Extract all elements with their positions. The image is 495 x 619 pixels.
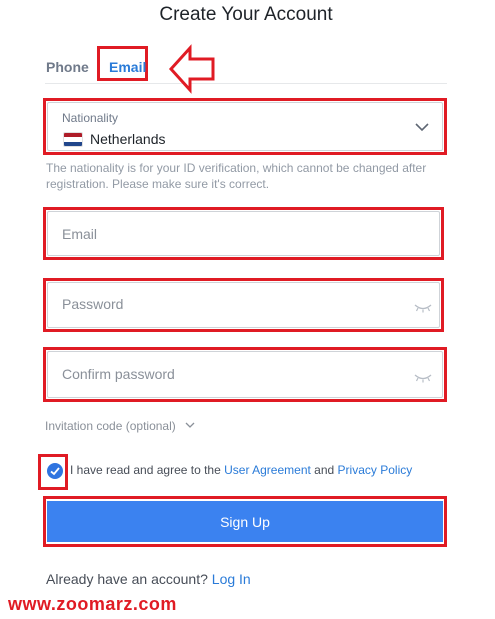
watermark: www.zoomarz.com bbox=[8, 594, 177, 614]
eye-closed-icon[interactable] bbox=[413, 302, 433, 314]
confirm-password-placeholder: Confirm password bbox=[62, 366, 175, 382]
eye-closed-icon[interactable] bbox=[413, 372, 433, 384]
already-text: Already have an account? bbox=[46, 571, 212, 587]
agreement-prefix: I have read and agree to the bbox=[70, 463, 225, 477]
nationality-label: Nationality bbox=[62, 111, 119, 125]
login-prompt: Already have an account? Log In bbox=[46, 571, 251, 587]
user-agreement-link[interactable]: User Agreement bbox=[224, 463, 311, 477]
tab-phone[interactable]: Phone bbox=[46, 59, 89, 75]
netherlands-flag-icon bbox=[63, 132, 83, 147]
privacy-policy-link[interactable]: Privacy Policy bbox=[338, 463, 413, 477]
signup-button[interactable]: Sign Up bbox=[47, 501, 443, 542]
tabs-divider bbox=[45, 83, 447, 84]
chevron-down-icon[interactable] bbox=[414, 121, 430, 133]
agreement-text: I have read and agree to the User Agreem… bbox=[70, 463, 412, 477]
email-field[interactable] bbox=[47, 211, 440, 256]
login-link[interactable]: Log In bbox=[212, 571, 251, 587]
invitation-code-toggle[interactable]: Invitation code (optional) bbox=[45, 419, 176, 433]
agreement-checkbox[interactable] bbox=[47, 463, 63, 479]
nationality-note: The nationality is for your ID verificat… bbox=[46, 161, 427, 191]
nationality-value: Netherlands bbox=[90, 131, 166, 147]
password-placeholder: Password bbox=[62, 296, 124, 312]
annotation-arrow-icon bbox=[168, 44, 215, 94]
email-placeholder: Email bbox=[62, 226, 98, 242]
page-title: Create Your Account bbox=[159, 4, 333, 25]
checkmark-icon bbox=[50, 467, 60, 476]
chevron-down-icon[interactable] bbox=[185, 421, 195, 429]
tab-email[interactable]: Email bbox=[109, 59, 146, 75]
agreement-and: and bbox=[310, 463, 338, 477]
